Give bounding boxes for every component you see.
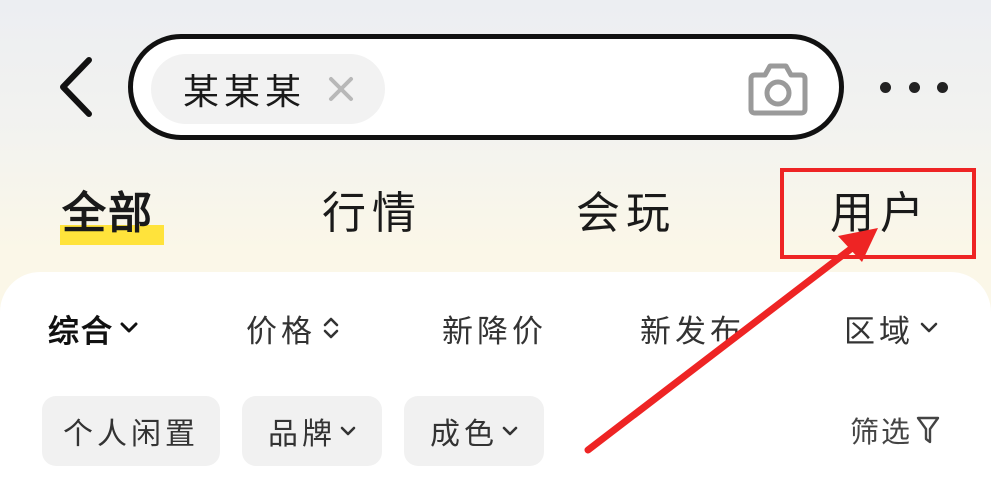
sort-region-label: 区域 bbox=[844, 313, 914, 350]
sort-updown-icon bbox=[323, 317, 339, 339]
back-button[interactable] bbox=[40, 52, 110, 122]
more-dot bbox=[880, 81, 891, 93]
more-button[interactable] bbox=[874, 62, 954, 112]
sort-price[interactable]: 价格 bbox=[246, 304, 340, 352]
chip-personal-idle-label: 个人闲置 bbox=[63, 417, 199, 452]
sort-region[interactable]: 区域 bbox=[844, 304, 938, 352]
chip-condition[interactable]: 成色 bbox=[404, 396, 544, 466]
filter-button[interactable]: 筛选 bbox=[850, 406, 940, 454]
sort-newly-posted-label: 新发布 bbox=[640, 313, 745, 350]
search-bar[interactable]: 某某某 bbox=[128, 34, 844, 140]
chip-personal-idle[interactable]: 个人闲置 bbox=[42, 396, 220, 466]
search-query-chip[interactable]: 某某某 bbox=[151, 54, 385, 124]
chip-brand[interactable]: 品牌 bbox=[242, 396, 382, 466]
search-query-text: 某某某 bbox=[183, 72, 307, 113]
chevron-down-icon bbox=[120, 322, 138, 333]
more-dot bbox=[908, 81, 920, 93]
sort-comprehensive[interactable]: 综合 bbox=[48, 304, 138, 352]
tab-all[interactable]: 全部 bbox=[62, 182, 154, 246]
filter-button-label: 筛选 bbox=[850, 415, 913, 449]
tab-play[interactable]: 会玩 bbox=[576, 182, 676, 246]
sort-newly-posted[interactable]: 新发布 bbox=[640, 304, 745, 352]
annotation-highlight-box bbox=[780, 168, 976, 259]
chip-brand-label: 品牌 bbox=[268, 417, 336, 452]
chevron-down-icon bbox=[502, 426, 518, 436]
funnel-icon bbox=[916, 416, 940, 444]
chevron-down-icon bbox=[340, 426, 356, 436]
chevron-down-icon bbox=[920, 322, 938, 333]
sort-price-drop[interactable]: 新降价 bbox=[442, 304, 547, 352]
sort-comprehensive-label: 综合 bbox=[48, 313, 114, 350]
close-icon[interactable] bbox=[325, 73, 357, 105]
sort-price-label: 价格 bbox=[246, 313, 316, 350]
camera-icon[interactable] bbox=[747, 59, 809, 117]
chevron-left-icon bbox=[60, 57, 92, 117]
chip-condition-label: 成色 bbox=[430, 417, 498, 452]
tab-market[interactable]: 行情 bbox=[322, 182, 422, 246]
more-dot bbox=[937, 81, 948, 93]
sort-price-drop-label: 新降价 bbox=[442, 313, 547, 350]
